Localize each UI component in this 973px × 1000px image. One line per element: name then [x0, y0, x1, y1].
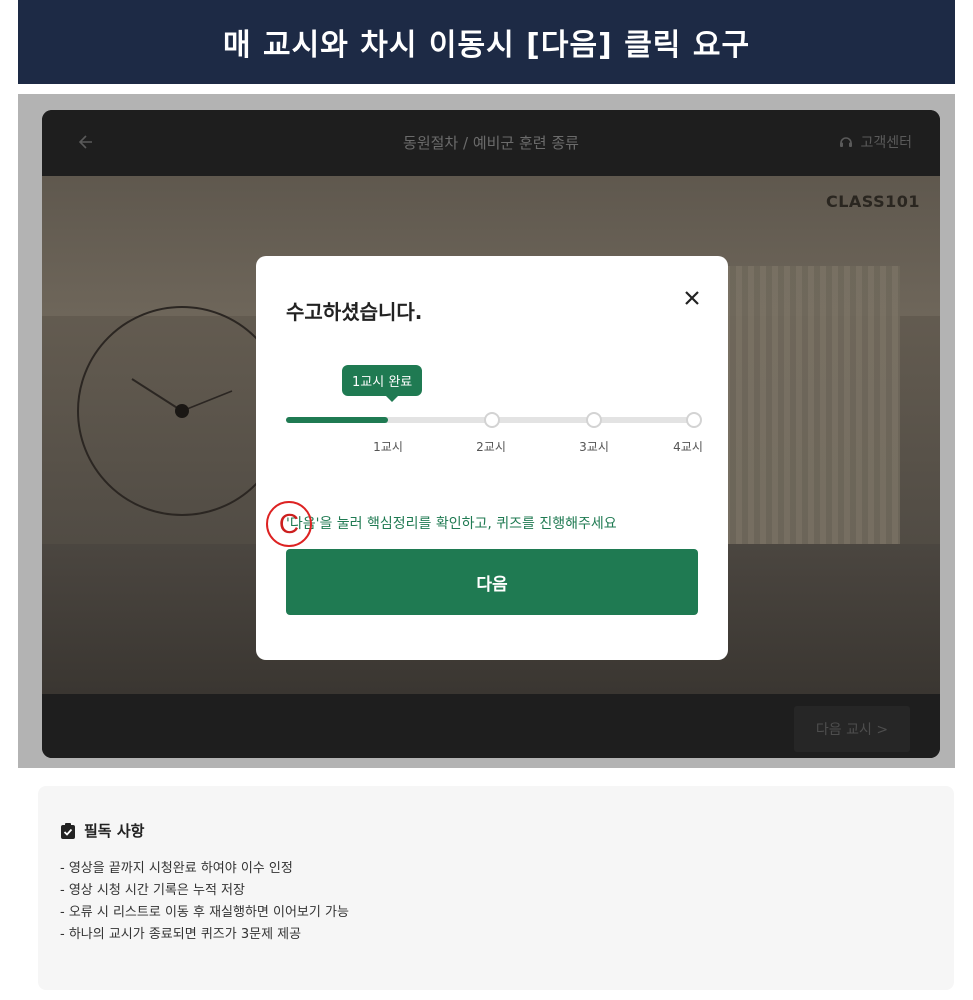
step-dot — [686, 412, 702, 428]
support-label: 고객센터 — [860, 135, 912, 151]
player-footer: 다음 교시 > — [42, 694, 940, 758]
step-dot — [484, 412, 500, 428]
step-label: 3교시 — [579, 440, 609, 454]
headset-icon — [840, 137, 853, 147]
player-header: 동원절차 / 예비군 훈련 종류 고객센터 — [42, 110, 940, 176]
progress-fill — [286, 417, 388, 423]
lesson-title: 동원절차 / 예비군 훈련 종류 — [403, 134, 579, 152]
notice-title: 필독 사항 — [84, 822, 145, 840]
step-label: 2교시 — [476, 440, 506, 454]
notice-list: - 영상을 끝까지 시청완료 하여야 이수 인정 - 영상 시청 시간 기록은 … — [60, 858, 349, 946]
next-button[interactable]: 다음 — [286, 549, 698, 615]
brand-watermark: CLASS101 — [825, 192, 920, 211]
step-label: 1교시 — [373, 440, 403, 454]
notice-panel: 필독 사항 - 영상을 끝까지 시청완료 하여야 이수 인정 - 영상 시청 시… — [38, 786, 954, 990]
step-label: 4교시 — [673, 440, 703, 454]
hint-text: '다음'을 눌러 핵심정리를 확인하고, 퀴즈를 진행해주세요 — [286, 516, 617, 532]
notice-item: - 영상을 끝까지 시청완료 하여야 이수 인정 — [60, 861, 293, 876]
notice-heading: 필독 사항 — [60, 820, 144, 841]
step-dot — [586, 412, 602, 428]
completion-modal: 수고하셨습니다. 1교시 완료 1교시 2교시 3교시 4교시 '다음'을 눌러… — [256, 256, 728, 660]
support-link[interactable]: 고객센터 — [838, 132, 912, 152]
clipboard-check-icon — [61, 822, 75, 839]
close-icon[interactable] — [680, 286, 704, 310]
notice-item: - 하나의 교시가 종료되면 퀴즈가 3문제 제공 — [60, 927, 302, 942]
notice-item: - 오류 시 리스트로 이동 후 재실행하면 이어보기 가능 — [60, 905, 349, 920]
notice-item: - 영상 시청 시간 기록은 누적 저장 — [60, 883, 245, 898]
banner-title: 매 교시와 차시 이동시 [다음] 클릭 요구 — [18, 0, 955, 84]
annotation-marker: C — [266, 501, 312, 547]
modal-title: 수고하셨습니다. — [286, 300, 423, 324]
next-class-button[interactable]: 다음 교시 > — [794, 706, 910, 752]
completion-badge: 1교시 완료 — [342, 365, 423, 402]
